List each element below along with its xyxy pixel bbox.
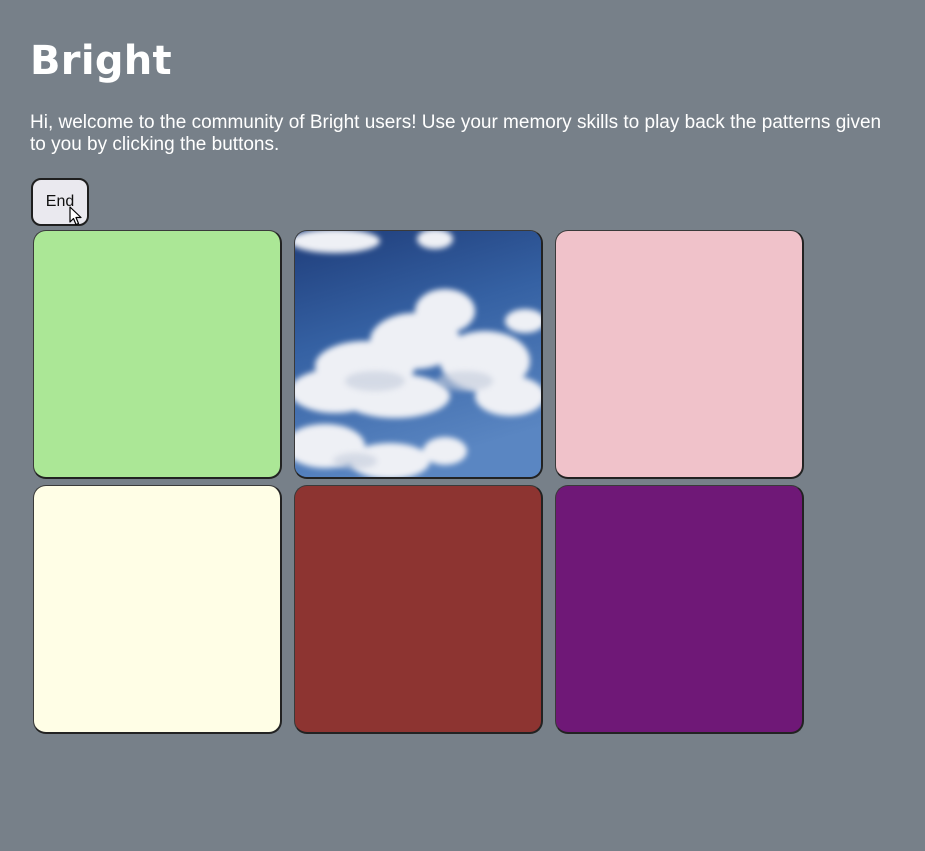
end-button[interactable]: End bbox=[31, 178, 89, 226]
page-title: Bright bbox=[30, 38, 172, 84]
pad-grid bbox=[33, 230, 807, 736]
pad-ivory[interactable] bbox=[33, 485, 282, 734]
clouds-image-icon bbox=[295, 231, 541, 477]
pad-purple[interactable] bbox=[555, 485, 804, 734]
pad-sky-clouds[interactable] bbox=[294, 230, 543, 479]
pad-pink[interactable] bbox=[555, 230, 804, 479]
intro-text: Hi, welcome to the community of Bright u… bbox=[30, 112, 882, 155]
pad-brown-red[interactable] bbox=[294, 485, 543, 734]
pad-green[interactable] bbox=[33, 230, 282, 479]
